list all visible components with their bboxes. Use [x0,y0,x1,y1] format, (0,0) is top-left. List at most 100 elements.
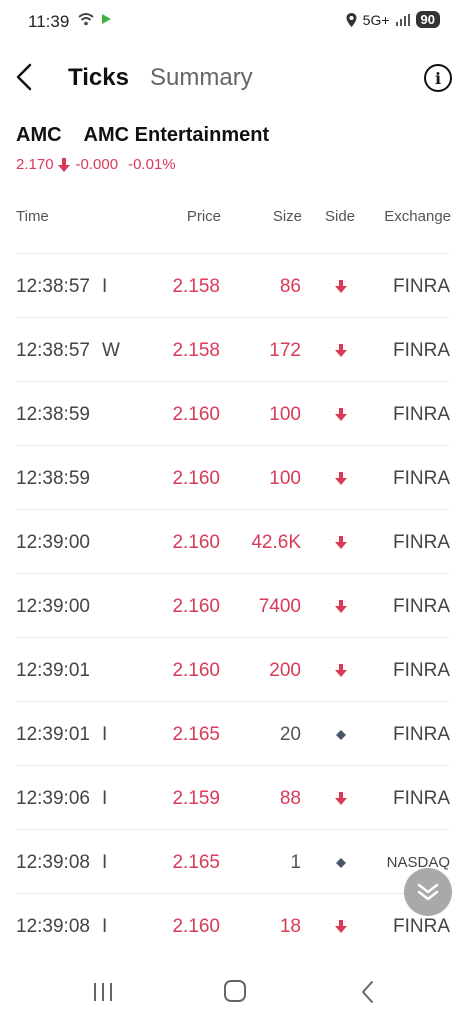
tick-exchange: FINRA [393,916,450,937]
tick-price: 2.165 [172,724,220,745]
tick-condition: I [102,788,108,809]
status-bar: 11:39 5G+ 90 [0,0,472,46]
tick-size: 1 [290,852,301,873]
signal-icon [395,13,410,26]
down-arrow-icon [57,157,70,172]
tick-price: 2.160 [172,916,220,937]
tick-price: 2.160 [172,532,220,553]
info-button[interactable]: i [424,64,452,92]
back-button[interactable] [14,60,38,94]
table-row: 12:39:08 I 2.165 1 NASDAQ [16,829,450,893]
ticks-list[interactable]: 12:38:57 I 2.158 86 FINRA 12:38:57 W 2.158 172 FI… [16,253,450,957]
tick-price: 2.160 [172,468,220,489]
tick-time: 12:38:59 [16,404,90,425]
system-navigation-bar [0,960,472,1024]
diamond-icon [334,854,348,868]
tick-size: 86 [279,276,301,297]
scroll-down-icon [417,883,439,901]
tick-size: 20 [279,724,301,745]
location-icon [346,12,357,27]
wifi-icon [78,13,94,26]
tick-exchange: FINRA [393,404,450,425]
tick-size: 42.6K [251,532,301,553]
nav-back-icon[interactable] [360,980,376,1004]
tick-condition: W [102,340,120,361]
table-row: 12:39:08 I 2.160 18 FINRA [16,893,450,957]
tick-size: 88 [279,788,301,809]
tick-exchange: FINRA [393,660,450,681]
down-arrow-icon [334,598,348,613]
tick-size: 18 [279,916,301,937]
table-row: 12:38:57 I 2.158 86 FINRA [16,253,450,317]
col-size: Size [272,208,302,225]
tick-time: 12:38:57 [16,340,90,361]
tick-price: 2.160 [172,404,220,425]
last-price: 2.170 [16,156,54,173]
ticker-symbol: AMC [16,124,62,146]
tab-summary[interactable]: Summary [150,64,253,92]
tick-size: 100 [269,468,301,489]
tick-time: 12:39:06 [16,788,90,809]
tick-condition: I [102,916,108,937]
quote-summary: AMC AMC Entertainment 2.170 -0.000 -0.01… [16,124,269,173]
tick-time: 12:38:59 [16,468,90,489]
tick-exchange: FINRA [393,788,450,809]
tick-time: 12:38:57 [16,276,90,297]
column-header: Time Price Size Side Exchange [0,208,472,230]
info-icon: i [434,68,442,88]
battery-indicator: 90 [415,11,440,28]
tick-price: 2.158 [172,340,220,361]
tick-exchange: FINRA [393,468,450,489]
tick-exchange: NASDAQ [386,854,450,871]
home-icon[interactable] [224,980,246,1002]
table-row: 12:38:59 2.160 100 FINRA [16,381,450,445]
tick-condition: I [102,724,108,745]
down-arrow-icon [334,470,348,485]
tab-ticks[interactable]: Ticks [68,64,129,92]
tick-size: 200 [269,660,301,681]
col-exchange: Exchange [384,208,451,225]
price-change-pct: -0.01% [128,156,176,173]
tick-time: 12:39:00 [16,596,90,617]
tick-exchange: FINRA [393,724,450,745]
col-side: Side [325,208,356,225]
price-change: -0.000 [75,156,119,173]
app-notification-icon [102,14,111,24]
table-row: 12:38:59 2.160 100 FINRA [16,445,450,509]
recent-apps-icon[interactable] [92,982,114,1002]
down-arrow-icon [334,406,348,421]
tick-price: 2.158 [172,276,220,297]
header: Ticks Summary i [0,50,472,106]
tick-exchange: FINRA [393,340,450,361]
table-row: 12:39:01 2.160 200 FINRA [16,637,450,701]
table-row: 12:39:01 I 2.165 20 FINRA [16,701,450,765]
tick-price: 2.165 [172,852,220,873]
tick-exchange: FINRA [393,596,450,617]
tick-size: 100 [269,404,301,425]
tick-price: 2.160 [172,596,220,617]
scroll-to-bottom-button[interactable] [404,868,452,916]
col-time: Time [16,208,49,225]
tick-exchange: FINRA [393,532,450,553]
tick-time: 12:39:08 [16,916,90,937]
tick-time: 12:39:00 [16,532,90,553]
down-arrow-icon [334,790,348,805]
back-arrow-icon [16,63,32,91]
col-price: Price [186,208,221,225]
tick-size: 172 [269,340,301,361]
tick-exchange: FINRA [393,276,450,297]
tick-size: 7400 [258,596,301,617]
tick-price: 2.159 [172,788,220,809]
tick-price: 2.160 [172,660,220,681]
down-arrow-icon [334,534,348,549]
tick-condition: I [102,276,108,297]
table-row: 12:38:57 W 2.158 172 FINRA [16,317,450,381]
tick-time: 12:39:01 [16,660,90,681]
down-arrow-icon [334,342,348,357]
table-row: 12:39:06 I 2.159 88 FINRA [16,765,450,829]
company-name: AMC Entertainment [83,124,270,146]
down-arrow-icon [334,278,348,293]
tick-time: 12:39:08 [16,852,90,873]
down-arrow-icon [334,662,348,677]
tick-condition: I [102,852,108,873]
